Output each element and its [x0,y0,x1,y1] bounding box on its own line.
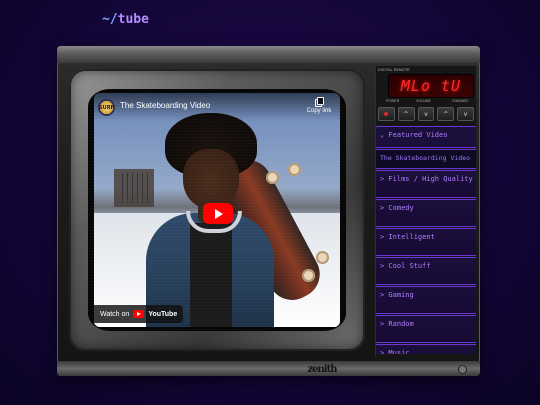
control-labels: POWER VOLUME CHANNEL [378,99,474,105]
menu-item-films[interactable]: > Films / High Quality [376,170,476,198]
power-label: POWER [386,99,400,103]
tv-top-strip [57,46,480,63]
panel-header: DIGITAL REMOTE [378,68,410,72]
play-button[interactable] [203,203,233,224]
power-indicator-icon[interactable] [459,366,466,373]
channel-avatar[interactable]: SURF [98,99,115,116]
channel-display: MLo tU [388,74,474,98]
tv-screen: SURF The Skateboarding Video Copy link W… [88,89,346,331]
menu-subitem-skateboarding-video[interactable]: The Skateboarding Video [376,149,476,169]
screen-bezel: SURF The Skateboarding Video Copy link W… [69,69,365,351]
volume-down-button[interactable]: v [417,107,435,121]
watch-on-label: Watch on [100,310,130,318]
watch-on-youtube-button[interactable]: Watch on YouTube [94,305,184,323]
video-header: SURF The Skateboarding Video Copy link [94,93,340,121]
menu-item-music[interactable]: > Music [376,344,476,354]
copy-link-button[interactable]: Copy link [304,97,334,114]
video-player[interactable]: SURF The Skateboarding Video Copy link W… [94,93,340,327]
video-title[interactable]: The Skateboarding Video [120,101,210,110]
skateboard-wheel [288,163,301,176]
menu-item-intelligent[interactable]: > Intelligent [376,228,476,256]
skateboard-wheel [302,269,315,282]
copy-icon [315,97,324,107]
menu-item-cool-stuff[interactable]: > Cool Stuff [376,257,476,285]
control-panel: DIGITAL REMOTE MLo tU POWER VOLUME CHANN… [375,66,476,356]
menu-item-comedy[interactable]: > Comedy [376,199,476,227]
copy-link-label: Copy link [306,108,332,114]
site-logo[interactable]: ~/tube [102,12,149,27]
skateboard-wheel [316,251,329,264]
tv-bottom-strip: zenith [57,361,480,376]
skateboard-wheel [266,171,279,184]
logo-name: tube [117,12,149,27]
menu-item-random[interactable]: > Random [376,315,476,343]
scene-person-shirt [190,223,232,327]
channel-down-button[interactable]: v [457,107,474,121]
channel-avatar-text: SURF [99,104,114,111]
category-menu: ⌄ Featured Video The Skateboarding Video… [376,126,476,354]
logo-tilde: ~/ [102,12,118,27]
menu-item-featured-video[interactable]: ⌄ Featured Video [376,126,476,148]
volume-label: VOLUME [416,99,431,103]
channel-up-button[interactable]: ^ [437,107,455,121]
youtube-logo-icon [133,310,145,318]
power-button[interactable] [378,107,395,121]
tv-set: SURF The Skateboarding Video Copy link W… [57,46,480,376]
channel-label: CHANNEL [452,99,469,103]
control-buttons: ^ v ^ v [378,107,474,121]
volume-up-button[interactable]: ^ [397,107,415,121]
tv-brand-emblem: zenith [307,364,338,375]
youtube-wordmark: YouTube [148,310,178,318]
scene-person-face [183,149,239,209]
menu-item-gaming[interactable]: > Gaming [376,286,476,314]
